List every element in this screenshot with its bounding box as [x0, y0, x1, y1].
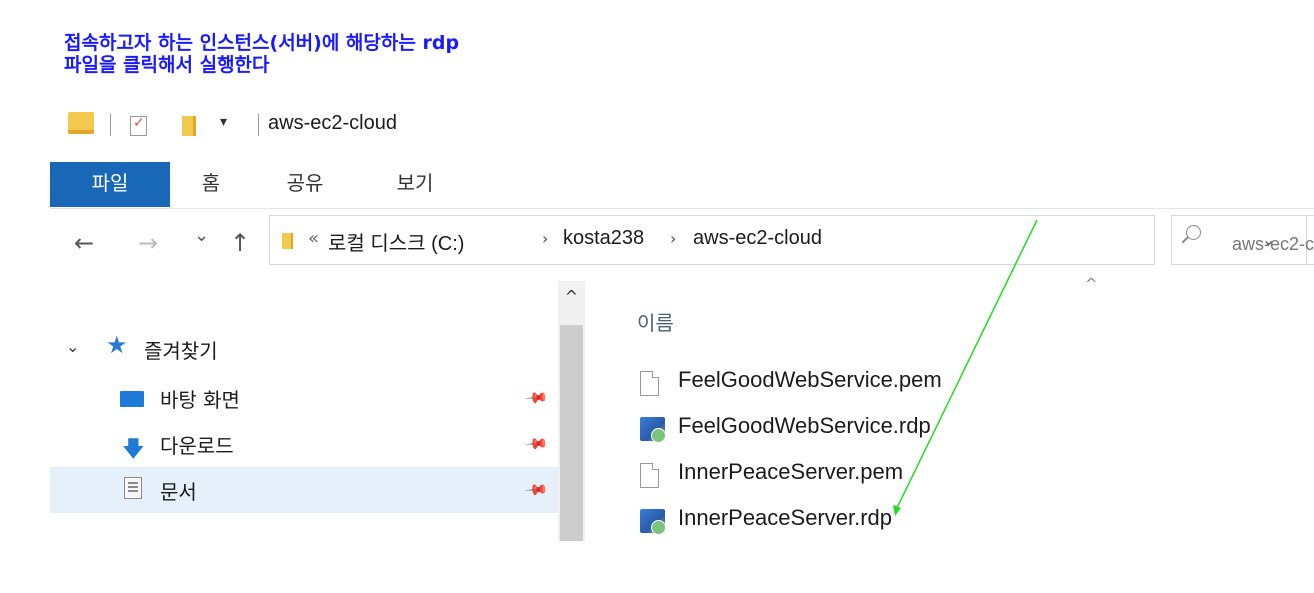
ribbon-tabs: 파일 홈 공유 보기	[50, 162, 1314, 209]
file-row[interactable]: InnerPeaceServer.rdp	[585, 499, 1285, 541]
file-name[interactable]: FeelGoodWebService.pem	[678, 367, 942, 393]
instruction-line-2: 파일을 클릭해서 실행한다	[64, 54, 270, 76]
customize-toolbar-dropdown-icon[interactable]: ▾	[220, 114, 227, 130]
download-icon: 🡇	[122, 437, 145, 462]
forward-button[interactable]: →	[138, 229, 158, 257]
file-name[interactable]: InnerPeaceServer.rdp	[678, 505, 892, 531]
breadcrumb-aws-ec2-cloud[interactable]: aws-ec2-cloud	[693, 227, 822, 250]
tab-share[interactable]: 공유	[270, 162, 340, 207]
tab-view[interactable]: 보기	[380, 162, 450, 207]
breadcrumb-chevron-icon[interactable]: ›	[542, 229, 548, 248]
pem-file-icon	[640, 371, 659, 396]
breadcrumb-local-disk[interactable]: 로컬 디스크 (C:)	[328, 227, 464, 256]
breadcrumb-chevron-icon[interactable]: ›	[670, 229, 676, 248]
title-bar: ▾ aws-ec2-cloud	[50, 96, 1314, 158]
search-input[interactable]: aws-ec2-cloud 검색	[1232, 230, 1314, 256]
address-bar[interactable]: « 로컬 디스크 (C:) › kosta238 › aws-ec2-cloud…	[269, 215, 1307, 265]
rdp-file-icon	[640, 417, 666, 443]
navigation-bar: ← → ⌄ ↑ « 로컬 디스크 (C:) › kosta238 › aws-e…	[50, 209, 1314, 281]
folder-icon	[68, 112, 94, 134]
folder-icon	[282, 233, 293, 249]
desktop-icon	[120, 391, 144, 407]
sidebar-item-desktop[interactable]: 바탕 화면 📌	[50, 375, 558, 421]
toolbar-divider	[110, 114, 111, 136]
search-box[interactable]: aws-ec2-cloud 검색	[1171, 215, 1314, 265]
tab-file[interactable]: 파일	[50, 162, 170, 207]
file-row[interactable]: InnerPeaceServer.pem	[585, 453, 1285, 499]
pin-icon[interactable]: 📌	[523, 431, 549, 457]
sidebar-item-label: 바탕 화면	[160, 388, 240, 412]
rdp-file-icon	[640, 509, 666, 535]
file-name[interactable]: InnerPeaceServer.pem	[678, 459, 903, 485]
star-icon: ★	[106, 331, 128, 359]
quick-access-label: 즐겨찾기	[144, 339, 218, 363]
new-folder-icon[interactable]	[182, 116, 196, 136]
instruction-line-1: 접속하고자 하는 인스턴스(서버)에 해당하는 rdp	[64, 32, 460, 54]
recent-locations-button[interactable]: ⌄	[194, 225, 209, 246]
breadcrumb-overflow[interactable]: «	[308, 228, 319, 249]
properties-icon[interactable]	[130, 115, 147, 136]
navigation-pane-scrollbar[interactable]: ^	[558, 281, 585, 541]
navigation-pane: ⌄ ★ 즐겨찾기 바탕 화면 📌 🡇 다운로드 📌 문서 📌 ^	[50, 281, 585, 541]
sidebar-item-documents[interactable]: 문서 📌	[50, 467, 558, 513]
sidebar-item-downloads[interactable]: 🡇 다운로드 📌	[50, 421, 558, 467]
sidebar-item-label: 다운로드	[160, 434, 234, 458]
pin-icon[interactable]: 📌	[523, 477, 549, 503]
scroll-up-arrow-icon[interactable]: ^	[558, 287, 585, 306]
documents-icon	[124, 477, 142, 499]
file-row[interactable]: FeelGoodWebService.pem	[585, 361, 1285, 407]
instruction-annotation: 접속하고자 하는 인스턴스(서버)에 해당하는 rdp 파일을 클릭해서 실행한…	[64, 32, 459, 76]
pem-file-icon	[640, 463, 659, 488]
tab-home[interactable]: 홈	[186, 162, 236, 207]
breadcrumb-kosta238[interactable]: kosta238	[563, 227, 644, 250]
title-divider	[258, 114, 259, 136]
quick-access-item[interactable]: ⌄ ★ 즐겨찾기	[50, 281, 558, 363]
column-header-name[interactable]: 이름	[637, 307, 674, 336]
scroll-thumb[interactable]	[560, 325, 583, 541]
search-icon	[1186, 225, 1201, 240]
sidebar-item-label: 문서	[160, 480, 197, 504]
back-button[interactable]: ←	[74, 229, 94, 257]
file-list: ^ 이름 FeelGoodWebService.pem FeelGoodWebS…	[585, 275, 1314, 541]
window-title: aws-ec2-cloud	[268, 112, 397, 134]
file-name[interactable]: FeelGoodWebService.rdp	[678, 413, 931, 439]
up-button[interactable]: ↑	[230, 229, 250, 257]
pin-icon[interactable]: 📌	[523, 385, 549, 411]
sort-ascending-icon: ^	[1085, 275, 1098, 293]
chevron-down-icon[interactable]: ⌄	[66, 337, 79, 356]
file-row[interactable]: FeelGoodWebService.rdp	[585, 407, 1285, 453]
file-explorer-window: ▾ aws-ec2-cloud 파일 홈 공유 보기 ← → ⌄ ↑ « 로컬 …	[50, 96, 1314, 541]
